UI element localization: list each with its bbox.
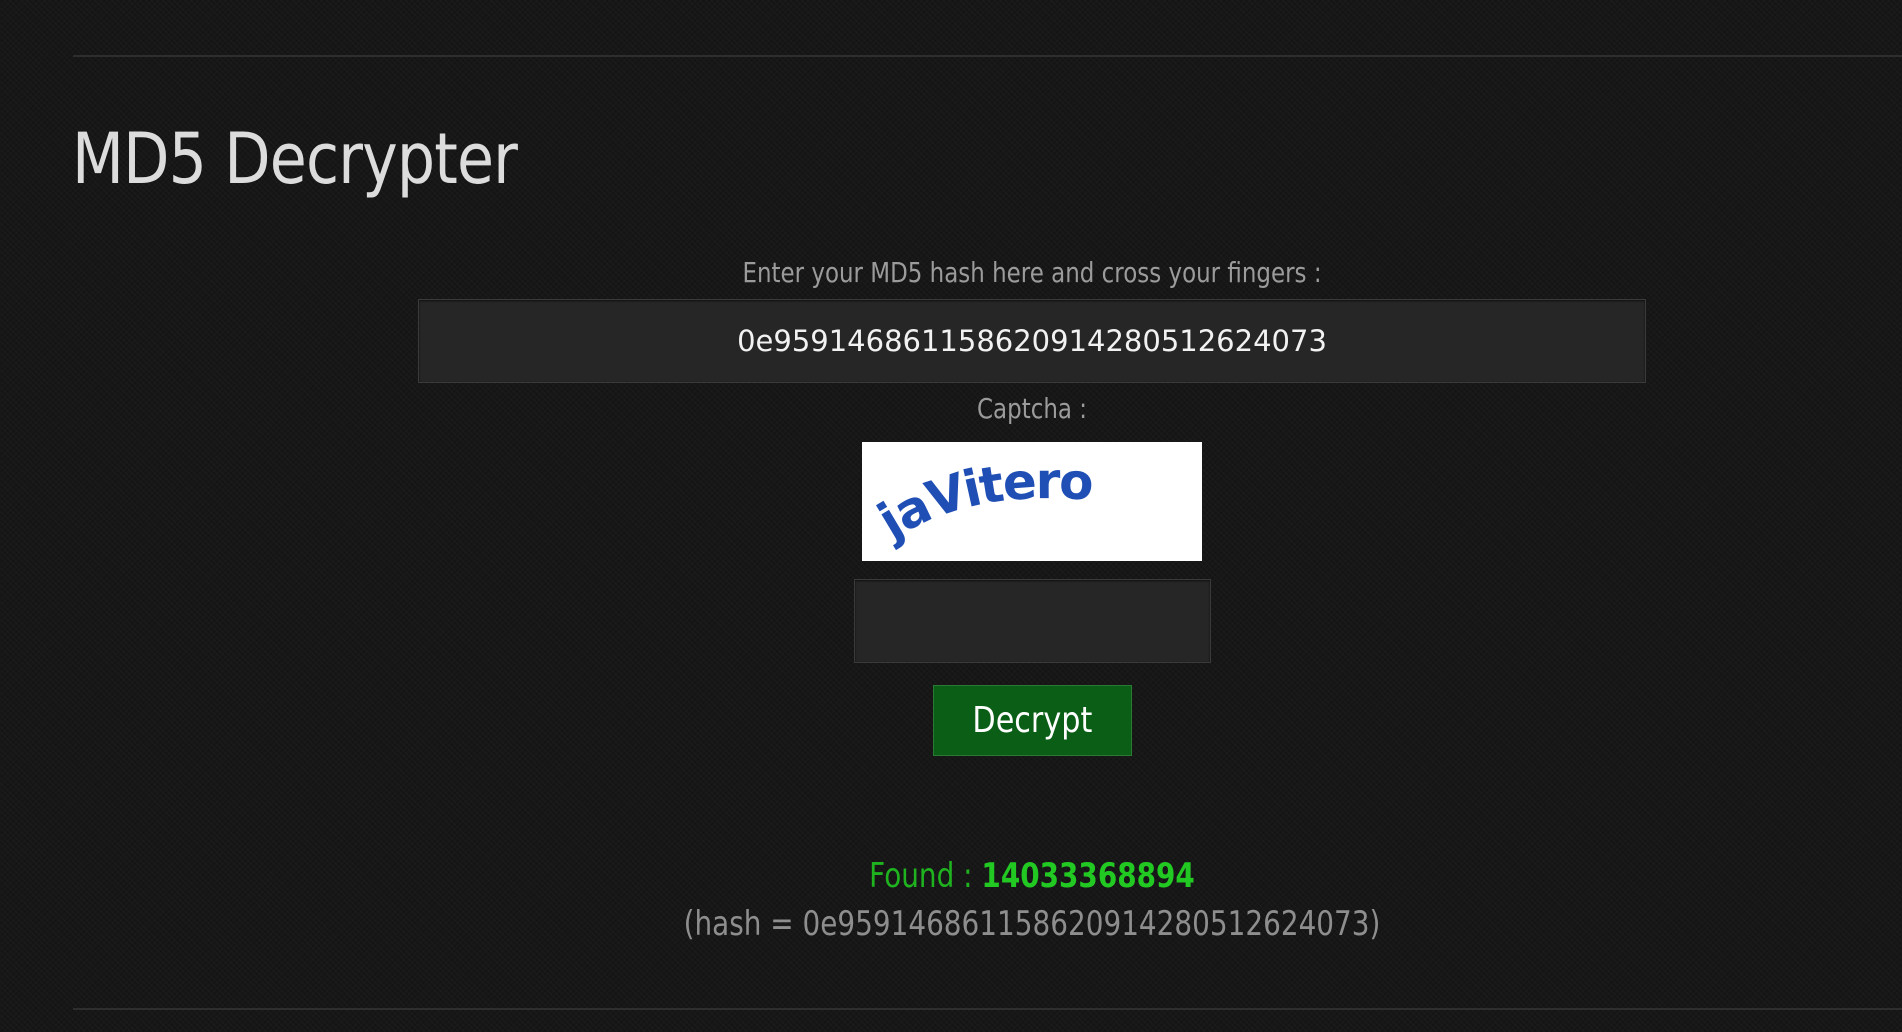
decrypt-button-label: Decrypt <box>972 700 1093 741</box>
captcha-label: Captcha : <box>977 392 1087 425</box>
result-found: Found : 14033368894 <box>529 856 1536 896</box>
captcha-image: jaVitero <box>862 442 1202 561</box>
captcha-text: jaVitero <box>867 452 1096 551</box>
hash-input[interactable] <box>418 299 1646 383</box>
hash-input-label: Enter your MD5 hash here and cross your … <box>742 256 1322 289</box>
decrypt-button[interactable]: Decrypt <box>933 685 1132 756</box>
page-title: MD5 Decrypter <box>72 118 518 200</box>
svg-text:jaVitero: jaVitero <box>867 452 1094 551</box>
result-hash-echo: (hash = 0e959146861158620914280512624073… <box>683 904 1381 944</box>
bottom-divider <box>73 1008 1902 1010</box>
found-value: 14033368894 <box>981 856 1195 896</box>
captcha-input[interactable] <box>854 579 1211 663</box>
found-label: Found : <box>869 856 982 896</box>
top-divider <box>73 55 1902 57</box>
